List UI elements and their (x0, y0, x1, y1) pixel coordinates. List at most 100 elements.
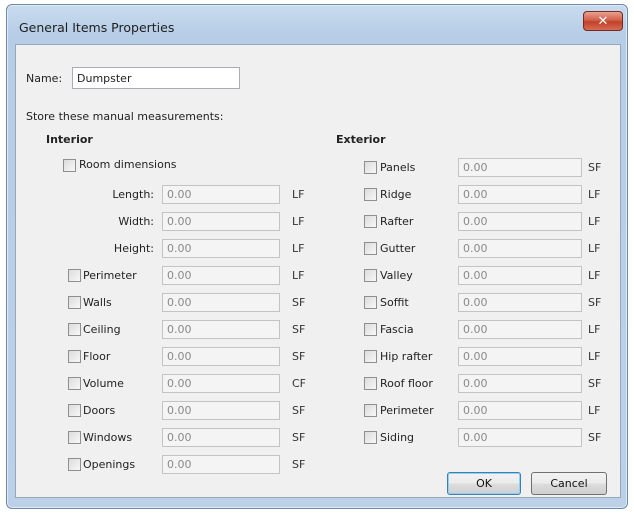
item-label: Soffit (380, 296, 409, 309)
unit-label: LF (292, 188, 305, 201)
unit-label: LF (588, 350, 601, 363)
close-icon: ✕ (597, 14, 609, 29)
dialog-body: Name: Store these manual measurements: I… (15, 44, 621, 498)
measurement-input[interactable] (162, 374, 280, 393)
checkbox-box[interactable] (364, 215, 377, 228)
unit-label: SF (292, 323, 306, 336)
measurement-input[interactable] (458, 428, 582, 447)
measurement-input[interactable] (162, 428, 280, 447)
dialog-title: General Items Properties (19, 20, 175, 35)
item-label: Fascia (380, 323, 414, 336)
room-dimensions-label: Room dimensions (79, 158, 177, 171)
unit-label: LF (292, 242, 305, 255)
title-bar[interactable]: General Items Properties ✕ (7, 5, 627, 43)
dialog-window: General Items Properties ✕ Name: Store t… (6, 4, 628, 509)
measurement-input[interactable] (458, 212, 582, 231)
store-measurements-label: Store these manual measurements: (26, 110, 224, 123)
unit-label: SF (292, 431, 306, 444)
item-label: Panels (380, 161, 416, 174)
interior-heading: Interior (46, 133, 93, 146)
item-label: Openings (83, 458, 136, 471)
unit-label: LF (292, 269, 305, 282)
cancel-button[interactable]: Cancel (531, 472, 607, 495)
checkbox-box[interactable] (364, 350, 377, 363)
unit-label: SF (292, 296, 306, 309)
unit-label: SF (588, 431, 602, 444)
unit-label: LF (588, 188, 601, 201)
measurement-input[interactable] (162, 401, 280, 420)
checkbox-box[interactable] (364, 161, 377, 174)
checkbox-box[interactable] (68, 269, 81, 282)
item-label: Valley (380, 269, 413, 282)
checkbox-box[interactable] (364, 269, 377, 282)
measurement-input[interactable] (458, 401, 582, 420)
unit-label: LF (588, 404, 601, 417)
measurement-input[interactable] (162, 347, 280, 366)
item-label: Siding (380, 431, 415, 444)
measurement-input[interactable] (162, 185, 280, 204)
item-label: Roof floor (380, 377, 433, 390)
field-label: Width: (118, 215, 154, 228)
checkbox-box[interactable] (68, 404, 81, 417)
checkbox-box[interactable] (364, 188, 377, 201)
item-label: Walls (83, 296, 112, 309)
item-label: Volume (83, 377, 124, 390)
exterior-heading: Exterior (336, 133, 386, 146)
measurement-input[interactable] (162, 266, 280, 285)
measurement-input[interactable] (162, 320, 280, 339)
item-label: Rafter (380, 215, 414, 228)
ok-button[interactable]: OK (447, 472, 521, 495)
item-label: Ceiling (83, 323, 121, 336)
measurement-input[interactable] (458, 185, 582, 204)
measurement-input[interactable] (162, 293, 280, 312)
checkbox-box[interactable] (364, 296, 377, 309)
field-label: Height: (113, 242, 154, 255)
checkbox-box[interactable] (68, 458, 81, 471)
unit-label: SF (292, 350, 306, 363)
item-label: Perimeter (380, 404, 434, 417)
unit-label: SF (588, 296, 602, 309)
close-button[interactable]: ✕ (583, 11, 623, 31)
checkbox-box[interactable] (68, 377, 81, 390)
field-label: Length: (112, 188, 154, 201)
item-label: Doors (83, 404, 116, 417)
unit-label: SF (588, 161, 602, 174)
checkbox-box[interactable] (63, 159, 76, 172)
checkbox-box[interactable] (68, 323, 81, 336)
unit-label: LF (588, 215, 601, 228)
checkbox-box[interactable] (364, 377, 377, 390)
unit-label: SF (292, 458, 306, 471)
item-label: Perimeter (83, 269, 137, 282)
measurement-input[interactable] (458, 239, 582, 258)
measurement-input[interactable] (162, 239, 280, 258)
measurement-input[interactable] (458, 347, 582, 366)
unit-label: SF (588, 377, 602, 390)
unit-label: LF (292, 215, 305, 228)
unit-label: LF (588, 242, 601, 255)
unit-label: CF (292, 377, 307, 390)
unit-label: LF (588, 269, 601, 282)
name-label: Name: (26, 72, 63, 85)
measurement-input[interactable] (162, 455, 280, 474)
checkbox-box[interactable] (364, 242, 377, 255)
unit-label: SF (292, 404, 306, 417)
item-label: Gutter (380, 242, 416, 255)
item-label: Hip rafter (380, 350, 433, 363)
measurement-input[interactable] (162, 212, 280, 231)
checkbox-box[interactable] (68, 431, 81, 444)
checkbox-box[interactable] (68, 350, 81, 363)
checkbox-box[interactable] (364, 323, 377, 336)
measurement-input[interactable] (458, 320, 582, 339)
item-label: Windows (83, 431, 133, 444)
measurement-input[interactable] (458, 293, 582, 312)
measurement-input[interactable] (458, 266, 582, 285)
item-label: Ridge (380, 188, 412, 201)
checkbox-box[interactable] (364, 431, 377, 444)
item-label: Floor (83, 350, 111, 363)
unit-label: LF (588, 323, 601, 336)
checkbox-box[interactable] (364, 404, 377, 417)
checkbox-box[interactable] (68, 296, 81, 309)
measurement-input[interactable] (458, 158, 582, 177)
name-field[interactable] (72, 67, 240, 89)
measurement-input[interactable] (458, 374, 582, 393)
